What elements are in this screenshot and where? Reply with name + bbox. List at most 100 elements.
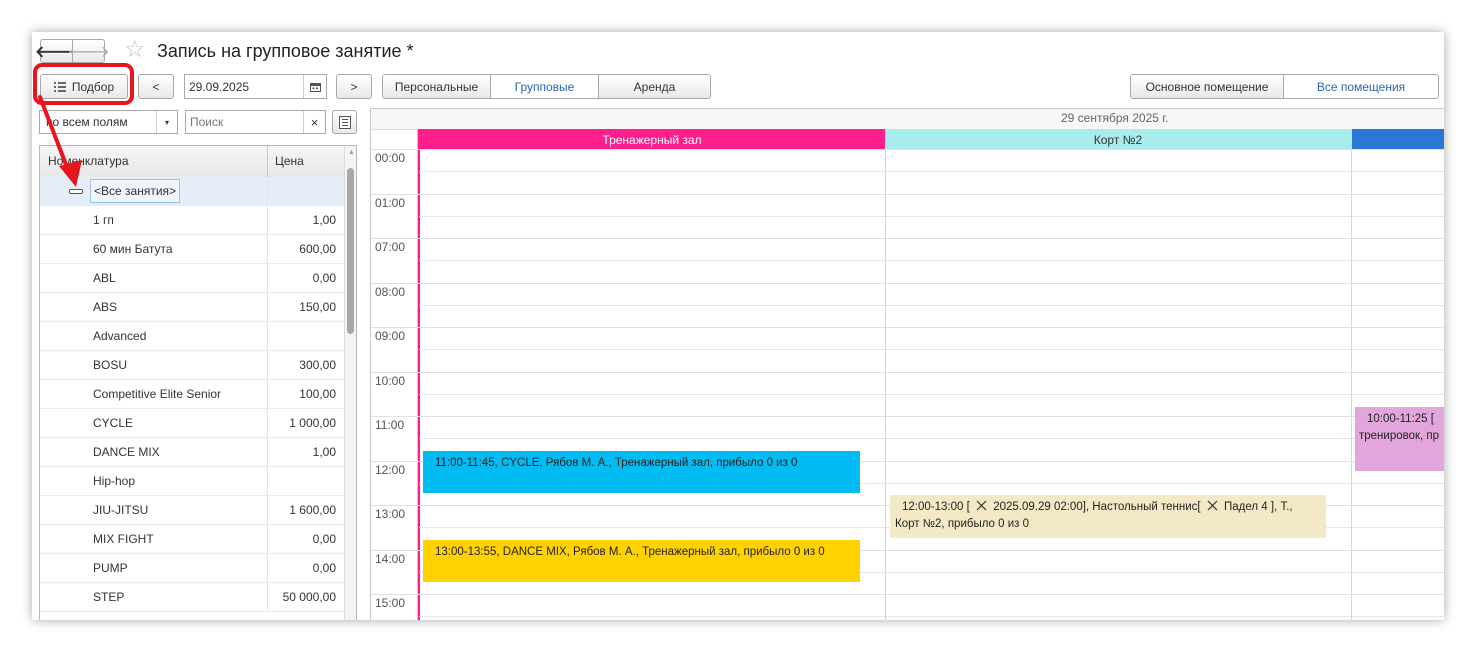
table-row[interactable]: STEP 50 000,00: [40, 583, 344, 612]
hour-line: [371, 327, 1444, 328]
room-header-court2[interactable]: Корт №2: [885, 129, 1351, 150]
next-label: >: [350, 79, 358, 94]
half-hour-line: [419, 215, 1444, 217]
event-other-room[interactable]: 10:00-11:25 [ тренировок, пр: [1355, 407, 1444, 471]
group-row[interactable]: <Все занятия>: [40, 177, 344, 206]
table-row[interactable]: ABS 150,00: [40, 293, 344, 322]
row-name: 60 мин Батута: [93, 242, 173, 256]
event-other-line1: 10:00-11:25 [: [1367, 413, 1434, 425]
row-name: 1 гп: [93, 213, 114, 227]
row-name: PUMP: [93, 561, 128, 575]
event-tennis-part-a: 12:00-13:00 [: [902, 501, 970, 513]
room-header-next[interactable]: [1351, 129, 1444, 150]
event-cycle[interactable]: 11:00-11:45, CYCLE, Рябов М. А., Тренаже…: [423, 451, 860, 493]
row-price: 1,00: [312, 445, 336, 459]
column-price-header[interactable]: Цена: [275, 154, 304, 168]
tab-personal[interactable]: Персональные: [383, 75, 490, 98]
half-hour-line: [419, 304, 1444, 306]
event-dance-mix[interactable]: 13:00-13:55, DANCE MIX, Рябов М. А., Тре…: [423, 540, 860, 582]
view-tabs: Персональные Групповые Аренда: [382, 74, 711, 99]
table-row[interactable]: MIX FIGHT 0,00: [40, 525, 344, 554]
table-row[interactable]: PUMP 0,00: [40, 554, 344, 583]
search-input[interactable]: [186, 111, 302, 133]
table-row[interactable]: DANCE MIX 1,00: [40, 438, 344, 467]
table-row[interactable]: CYCLE 1 000,00: [40, 409, 344, 438]
row-price: 1 000,00: [289, 416, 336, 430]
search-settings-button[interactable]: [332, 110, 357, 134]
tab-group[interactable]: Групповые: [490, 75, 598, 98]
crossed-icon: [1207, 500, 1218, 511]
table-row[interactable]: BOSU 300,00: [40, 351, 344, 380]
favorite-star-icon[interactable]: ☆: [124, 37, 146, 63]
prev-date-button[interactable]: <: [138, 74, 174, 99]
column-name-header[interactable]: Номенклатура: [48, 154, 129, 168]
half-hour-line: [419, 393, 1444, 395]
room-divider: [885, 129, 886, 620]
row-name: DANCE MIX: [93, 445, 160, 459]
dropdown-arrow-icon[interactable]: ▾: [156, 111, 177, 133]
crossed-icon: [976, 500, 987, 511]
row-price: 0,00: [312, 271, 336, 285]
nomenclature-table: Номенклатура Цена <Все занятия> 1 гп 1,00…: [39, 145, 357, 620]
row-price: 100,00: [299, 387, 336, 401]
row-price: 0,00: [312, 532, 336, 546]
highlight-frame: [33, 63, 134, 105]
clear-search-icon[interactable]: ×: [303, 111, 325, 133]
tab-main-room[interactable]: Основное помещение: [1131, 75, 1283, 98]
tab-all-rooms[interactable]: Все помещения: [1283, 75, 1438, 98]
row-name: ABS: [93, 300, 118, 314]
row-name: Advanced: [93, 329, 147, 343]
table-row[interactable]: JIU-JITSU 1 600,00: [40, 496, 344, 525]
event-tennis-line1: 12:00-13:00 [ 2025.09.29 02:00], Настоль…: [895, 499, 1316, 516]
hour-line: [371, 149, 1444, 150]
row-name: CYCLE: [93, 416, 134, 430]
current-time-line: [418, 129, 420, 620]
table-row[interactable]: 60 мин Батута 600,00: [40, 235, 344, 264]
search-box[interactable]: ×: [185, 110, 326, 134]
scrollbar-thumb[interactable]: [347, 168, 354, 334]
table-row[interactable]: Hip-hop: [40, 467, 344, 496]
forward-button[interactable]: 🡒: [67, 39, 110, 63]
collapse-icon[interactable]: [69, 189, 83, 194]
arrow-right-icon: 🡒: [67, 43, 110, 61]
time-label: 08:00: [375, 284, 406, 299]
group-label: <Все занятия>: [90, 179, 181, 203]
time-label: 00:00: [375, 151, 406, 165]
row-price: 1,00: [312, 213, 336, 227]
event-tennis-part-b: 2025.09.29 02:00], Настольный теннис[: [993, 501, 1201, 513]
calendar-icon[interactable]: [303, 75, 326, 98]
scroll-up-icon[interactable]: ▲: [348, 149, 355, 156]
table-row[interactable]: Advanced: [40, 322, 344, 351]
half-hour-line: [419, 438, 1444, 440]
half-hour-line: [419, 260, 1444, 262]
next-date-button[interactable]: >: [336, 74, 372, 99]
table-row[interactable]: 1 гп 1,00: [40, 206, 344, 235]
row-price: 1 600,00: [289, 503, 336, 517]
hour-line: [371, 282, 1444, 284]
date-field[interactable]: 29.09.2025: [184, 74, 327, 99]
table-row[interactable]: Competitive Elite Senior 100,00: [40, 380, 344, 409]
row-name: ABL: [93, 271, 116, 285]
table-scrollbar[interactable]: ▲: [344, 146, 356, 620]
table-row[interactable]: ABL 0,00: [40, 264, 344, 293]
row-price: 50 000,00: [282, 590, 336, 604]
row-name: JIU-JITSU: [93, 503, 149, 517]
form-icon: [338, 115, 351, 129]
prev-label: <: [152, 79, 160, 94]
room-header-gym[interactable]: Тренажерный зал: [419, 129, 885, 150]
event-cycle-text: 11:00-11:45, CYCLE, Рябов М. А., Тренаже…: [435, 457, 798, 469]
row-name: Competitive Elite Senior: [93, 387, 222, 401]
room-divider: [1351, 129, 1352, 620]
tab-rent[interactable]: Аренда: [598, 75, 710, 98]
hour-line: [371, 594, 1444, 595]
time-label: 10:00: [375, 373, 406, 388]
event-table-tennis[interactable]: 12:00-13:00 [ 2025.09.29 02:00], Настоль…: [890, 495, 1326, 538]
row-price: [268, 467, 336, 495]
row-name: BOSU: [93, 358, 128, 372]
half-hour-line: [419, 349, 1444, 351]
cell-divider: [267, 177, 268, 205]
date-header-bar: [371, 109, 1444, 130]
main-window: 🡐 🡒 ☆ Запись на групповое занятие * Подб…: [32, 32, 1444, 620]
search-fields-select[interactable]: по всем полям ▾: [39, 110, 178, 134]
event-tennis-part-c: Падел 4 ], Т.,: [1223, 501, 1293, 513]
